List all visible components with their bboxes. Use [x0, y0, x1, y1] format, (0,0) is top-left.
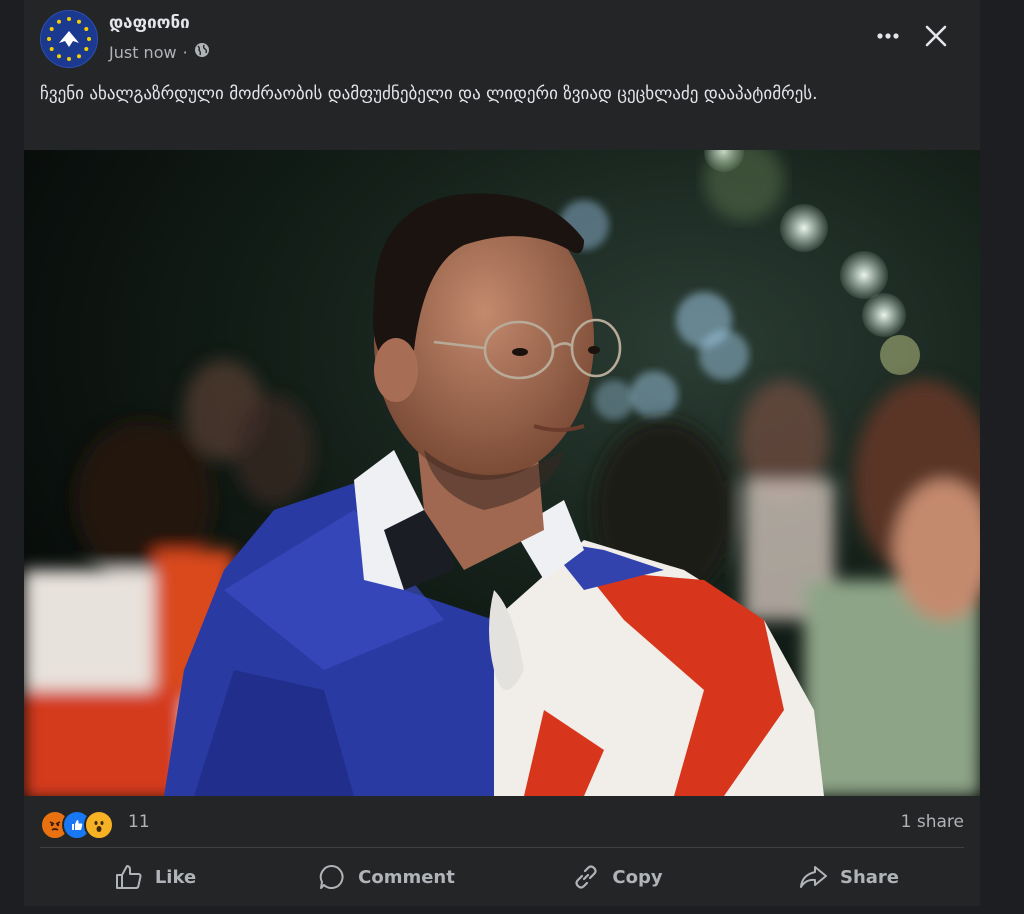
share-label: Share	[839, 866, 899, 888]
eu-stars-logo	[41, 11, 97, 67]
share-button[interactable]: Share	[733, 852, 964, 902]
reaction-count[interactable]: 11	[128, 812, 150, 832]
link-icon	[575, 865, 597, 889]
avatar[interactable]	[40, 10, 98, 68]
post-header: დაფიონი Just now · ჩვენი ახალგაზრდული მო…	[24, 0, 980, 150]
action-bar: Like Comment Copy Share	[40, 852, 964, 902]
post-meta: Just now ·	[109, 42, 210, 62]
more-options-button[interactable]	[872, 20, 904, 52]
post-text: ჩვენი ახალგაზრდული მოძრაობის დამფუძნებელ…	[40, 84, 818, 104]
divider	[40, 847, 964, 848]
post-photo[interactable]	[24, 150, 980, 796]
thumbs-up-icon	[115, 865, 142, 889]
page-name[interactable]: დაფიონი	[109, 13, 190, 33]
comment-button[interactable]: Comment	[271, 852, 502, 902]
meta-separator: ·	[182, 42, 188, 62]
wow-reaction-icon	[84, 810, 114, 840]
like-button[interactable]: Like	[40, 852, 271, 902]
share-count[interactable]: 1 share	[901, 812, 964, 832]
close-button[interactable]	[920, 20, 952, 52]
share-arrow-icon	[799, 866, 827, 888]
more-dots-icon	[877, 33, 899, 39]
reactions-bar: 11 1 share	[40, 806, 964, 842]
copy-button[interactable]: Copy	[502, 852, 733, 902]
reaction-icons[interactable]	[40, 810, 114, 840]
comment-label: Comment	[358, 866, 455, 888]
like-label: Like	[154, 866, 197, 888]
comment-icon	[319, 864, 344, 889]
globe-icon	[194, 42, 210, 62]
post-card: დაფიონი Just now · ჩვენი ახალგაზრდული მო…	[24, 0, 980, 906]
copy-label: Copy	[612, 866, 663, 888]
protest-photo	[24, 150, 980, 796]
post-timestamp[interactable]: Just now	[109, 43, 177, 62]
close-icon	[925, 25, 947, 47]
